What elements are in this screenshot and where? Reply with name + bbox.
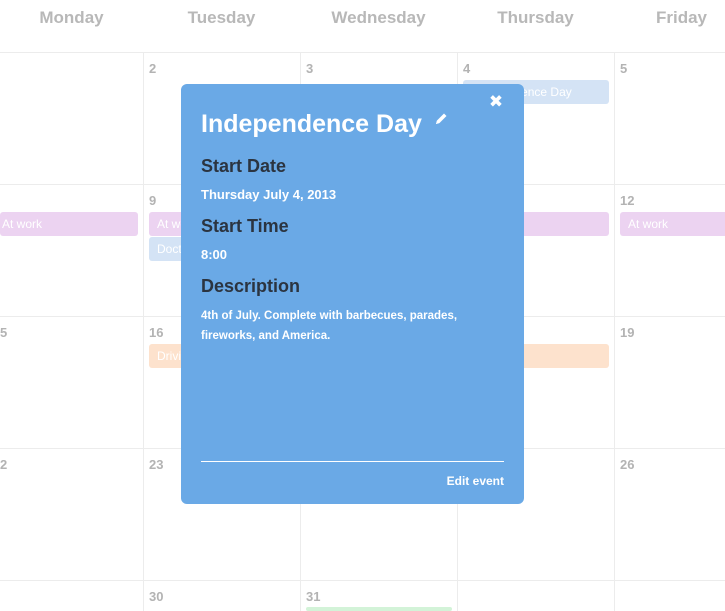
day-number[interactable]: 30 <box>149 589 163 604</box>
start-time-label: Start Time <box>201 216 289 236</box>
day-number[interactable]: 5 <box>0 325 7 340</box>
day-column-divider <box>143 52 144 611</box>
description-label: Description <box>201 276 301 296</box>
day-number[interactable]: 9 <box>149 193 156 208</box>
close-icon[interactable]: ✖ <box>488 93 504 110</box>
day-number[interactable]: 3 <box>306 61 313 76</box>
day-number[interactable]: 31 <box>306 589 320 604</box>
edit-event-link[interactable]: Edit event <box>447 474 504 488</box>
day-number[interactable]: 23 <box>149 457 163 472</box>
calendar-event[interactable]: At work <box>0 212 138 236</box>
day-header-monday: Monday <box>39 8 104 27</box>
day-number[interactable]: 5 <box>620 61 627 76</box>
start-date-label: Start Date <box>201 156 287 176</box>
day-number[interactable]: 4 <box>463 61 470 76</box>
start-date-value: Thursday July 4, 2013 <box>201 187 337 202</box>
day-number[interactable]: 16 <box>149 325 163 340</box>
day-header-thursday: Thursday <box>497 8 574 27</box>
description-value: 4th of July. Complete with barbecues, pa… <box>201 310 458 342</box>
day-number[interactable]: 2 <box>149 61 156 76</box>
day-number[interactable]: 26 <box>620 457 634 472</box>
day-number[interactable]: 12 <box>620 193 634 208</box>
pencil-icon[interactable] <box>433 111 449 127</box>
week-row-divider <box>0 52 725 53</box>
week-row-divider <box>0 580 725 581</box>
day-number[interactable]: 19 <box>620 325 634 340</box>
day-number[interactable]: 2 <box>0 457 7 472</box>
calendar-event <box>306 607 452 611</box>
event-detail-popover: ✖ Independence Day Start Date Thursday J… <box>181 84 524 504</box>
event-title: Independence Day <box>201 110 422 138</box>
start-time-value: 8:00 <box>201 247 228 262</box>
day-header-friday: Friday <box>655 8 708 27</box>
calendar-event[interactable]: At work <box>620 212 725 236</box>
day-header-wednesday: Wednesday <box>331 8 426 27</box>
day-header-tuesday: Tuesday <box>187 8 256 27</box>
popover-divider <box>201 461 504 462</box>
day-column-divider <box>614 52 615 611</box>
